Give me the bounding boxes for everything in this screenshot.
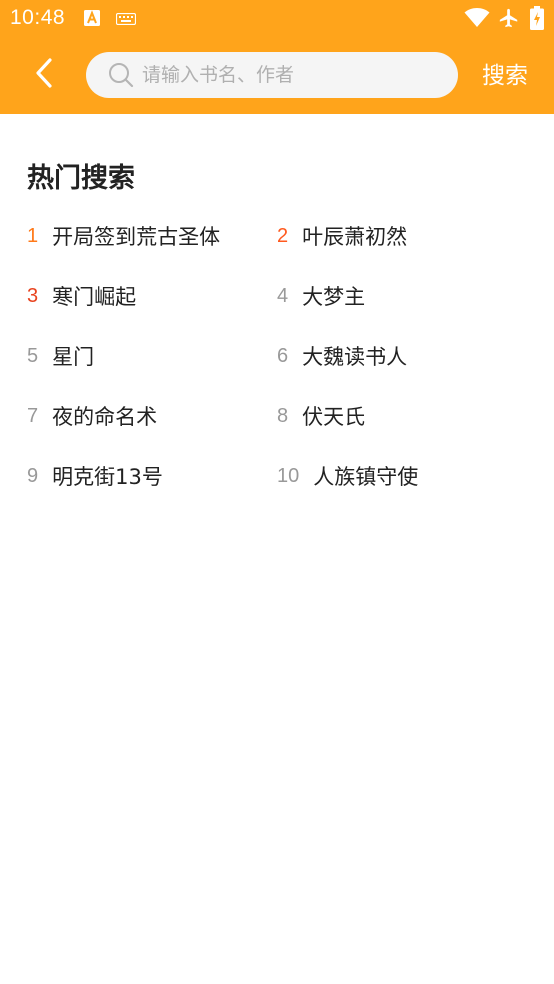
book-title: 星门 xyxy=(52,345,95,369)
hot-search-item[interactable]: 5 星门 xyxy=(27,336,94,376)
book-title: 明克街13号 xyxy=(52,465,163,489)
hot-search-item[interactable]: 4 大梦主 xyxy=(277,276,365,316)
rank-number: 7 xyxy=(27,404,39,427)
book-title: 大魏读书人 xyxy=(302,345,408,369)
airplane-icon xyxy=(498,7,520,29)
rank-number: 9 xyxy=(27,464,39,487)
accessibility-a-icon xyxy=(84,10,100,26)
hot-search-item[interactable]: 2 叶辰萧初然 xyxy=(277,216,407,256)
hot-search-item[interactable]: 7 夜的命名术 xyxy=(27,396,157,436)
book-title: 人族镇守使 xyxy=(313,465,419,489)
rank-number: 2 xyxy=(277,224,289,247)
hot-search-item[interactable]: 6 大魏读书人 xyxy=(277,336,407,376)
rank-number: 1 xyxy=(27,224,39,247)
search-input[interactable] xyxy=(142,52,442,98)
rank-number: 5 xyxy=(27,344,39,367)
book-title: 伏天氏 xyxy=(302,405,366,429)
rank-number: 3 xyxy=(27,284,39,307)
book-title: 叶辰萧初然 xyxy=(302,225,408,249)
wifi-icon xyxy=(464,8,490,28)
header-bar: 10:48 请输入书名、作者 搜索 xyxy=(0,0,554,114)
rank-number: 8 xyxy=(277,404,289,427)
search-icon xyxy=(108,62,134,92)
rank-number: 4 xyxy=(277,284,289,307)
status-bar: 10:48 xyxy=(0,0,554,38)
book-title: 开局签到荒古圣体 xyxy=(52,225,221,249)
hot-search-item[interactable]: 10 人族镇守使 xyxy=(277,456,418,496)
hot-search-title: 热门搜索 xyxy=(27,163,135,194)
hot-search-item[interactable]: 1 开局签到荒古圣体 xyxy=(27,216,220,256)
search-button[interactable]: 搜索 xyxy=(482,60,528,92)
status-time: 10:48 xyxy=(10,6,66,29)
book-title: 夜的命名术 xyxy=(52,405,158,429)
screen: 10:48 请输入书名、作者 搜索 热门搜索 1 开局签到荒古圣体 2 叶辰萧初… xyxy=(0,0,554,984)
back-button[interactable] xyxy=(22,52,66,98)
hot-search-item[interactable]: 9 明克街13号 xyxy=(27,456,163,496)
rank-number: 10 xyxy=(277,464,300,487)
chevron-left-icon xyxy=(34,57,54,93)
search-box[interactable] xyxy=(86,52,458,98)
keyboard-icon xyxy=(116,13,136,25)
battery-icon xyxy=(530,6,544,30)
book-title: 寒门崛起 xyxy=(52,285,137,309)
hot-search-item[interactable]: 3 寒门崛起 xyxy=(27,276,136,316)
rank-number: 6 xyxy=(277,344,289,367)
hot-search-item[interactable]: 8 伏天氏 xyxy=(277,396,365,436)
book-title: 大梦主 xyxy=(302,285,366,309)
